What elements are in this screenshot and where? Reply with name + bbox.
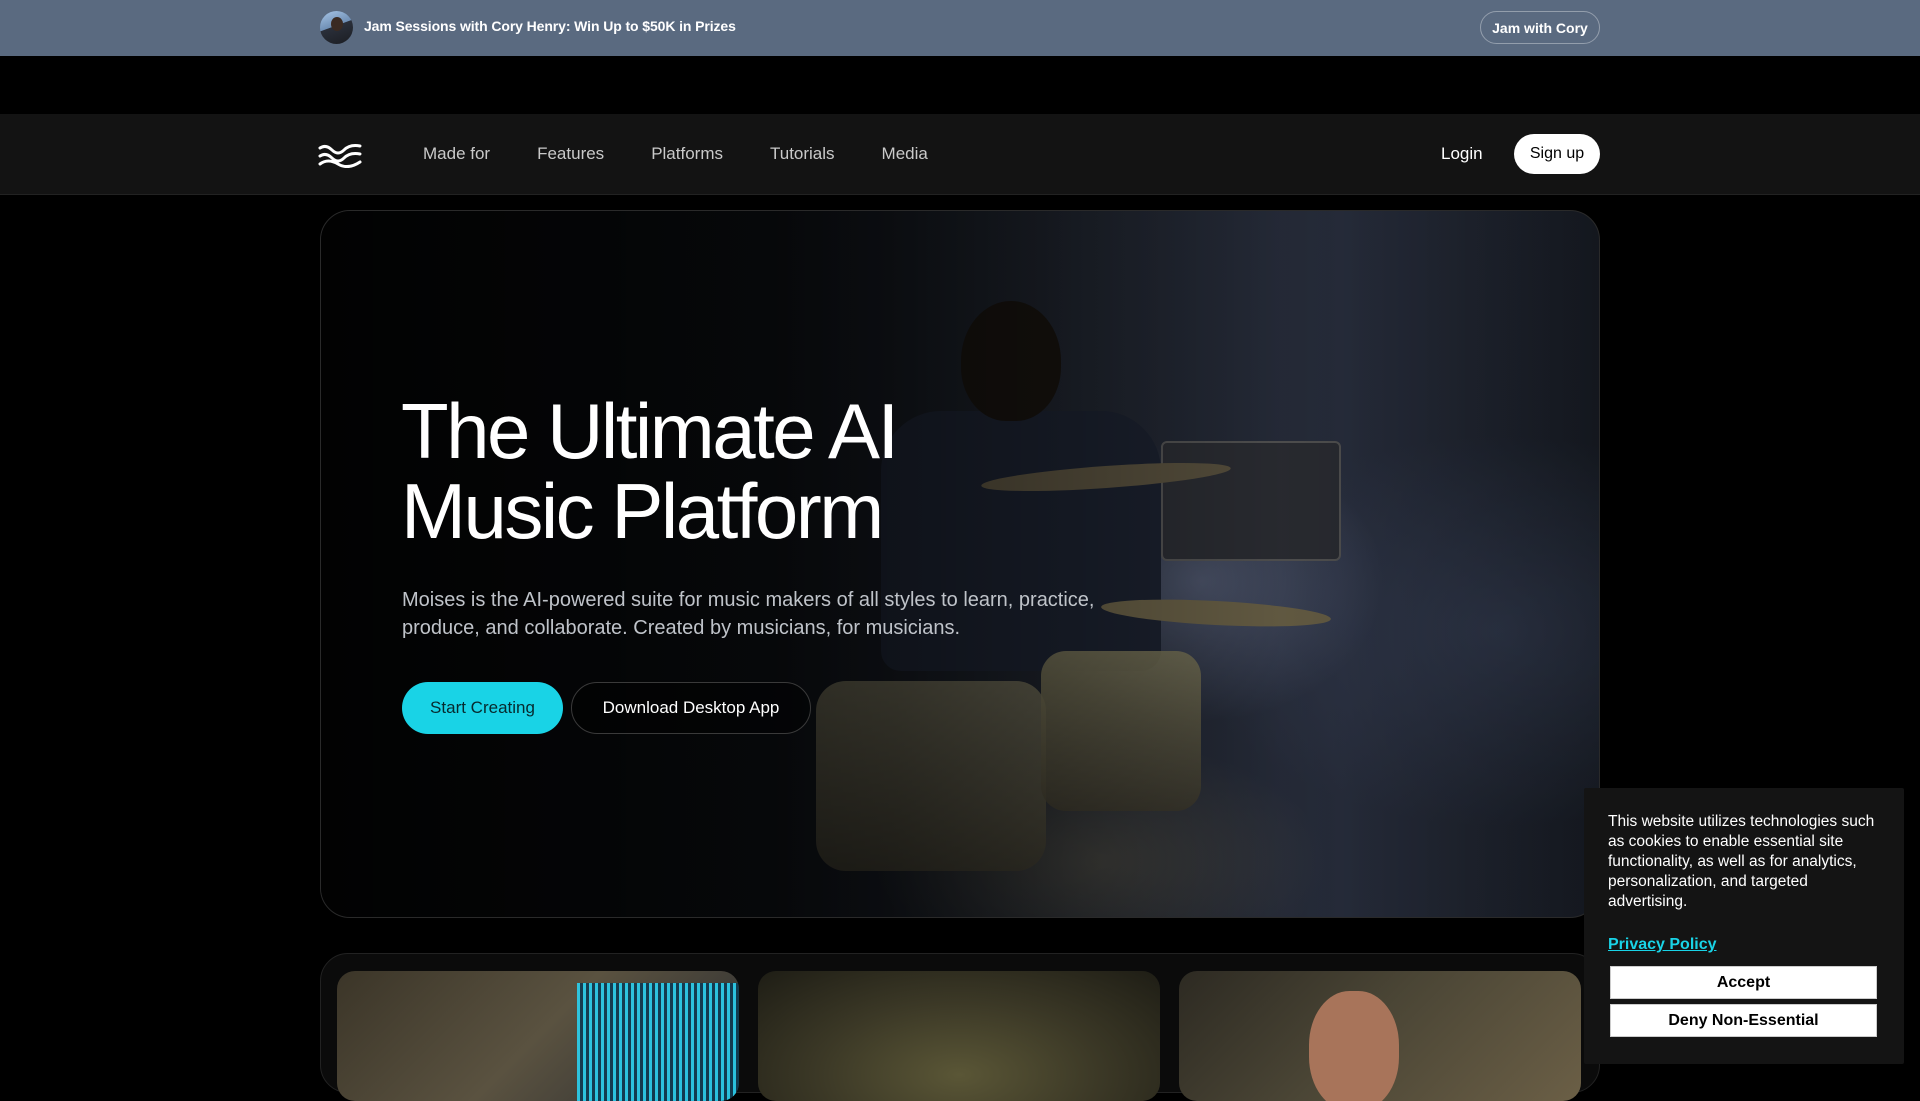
nav-item-platforms[interactable]: Platforms <box>651 144 723 164</box>
feature-card-2[interactable] <box>758 971 1160 1101</box>
privacy-policy-link[interactable]: Privacy Policy <box>1608 936 1717 954</box>
nav-item-features[interactable]: Features <box>537 144 604 164</box>
hero-title-line-1: The Ultimate AI <box>401 387 899 475</box>
deny-non-essential-button[interactable]: Deny Non-Essential <box>1610 1004 1877 1037</box>
download-desktop-app-button[interactable]: Download Desktop App <box>571 682 811 734</box>
hero-section: The Ultimate AI Music Platform Moises is… <box>320 210 1600 918</box>
cookie-message: This website utilizes technologies such … <box>1608 813 1875 910</box>
nav-links: Made for Features Platforms Tutorials Me… <box>423 144 975 164</box>
login-link[interactable]: Login <box>1441 144 1483 164</box>
nav-item-tutorials[interactable]: Tutorials <box>770 144 835 164</box>
feature-card-3[interactable] <box>1179 971 1581 1101</box>
hero-overlay <box>321 211 1599 917</box>
jam-with-cory-button[interactable]: Jam with Cory <box>1480 11 1600 44</box>
start-creating-button[interactable]: Start Creating <box>402 682 563 734</box>
accept-cookies-button[interactable]: Accept <box>1610 966 1877 999</box>
announcement-bar: Jam Sessions with Cory Henry: Win Up to … <box>0 0 1920 56</box>
main-nav: Made for Features Platforms Tutorials Me… <box>0 114 1920 195</box>
announcement-text[interactable]: Jam Sessions with Cory Henry: Win Up to … <box>364 18 736 34</box>
avatar <box>320 11 353 44</box>
nav-item-media[interactable]: Media <box>882 144 928 164</box>
waveform-image <box>577 983 739 1101</box>
signup-button[interactable]: Sign up <box>1514 134 1600 174</box>
moises-logo-icon[interactable] <box>318 142 362 168</box>
nav-item-made-for[interactable]: Made for <box>423 144 490 164</box>
singer-image <box>1309 991 1399 1101</box>
hero-title-line-2: Music Platform <box>401 467 884 555</box>
feature-cards <box>320 953 1600 1101</box>
cookie-banner: This website utilizes technologies such … <box>1584 788 1904 1064</box>
hero-subtitle: Moises is the AI-powered suite for music… <box>402 589 1095 639</box>
feature-card-1[interactable] <box>337 971 739 1101</box>
hero-title: The Ultimate AI Music Platform <box>401 391 1101 551</box>
